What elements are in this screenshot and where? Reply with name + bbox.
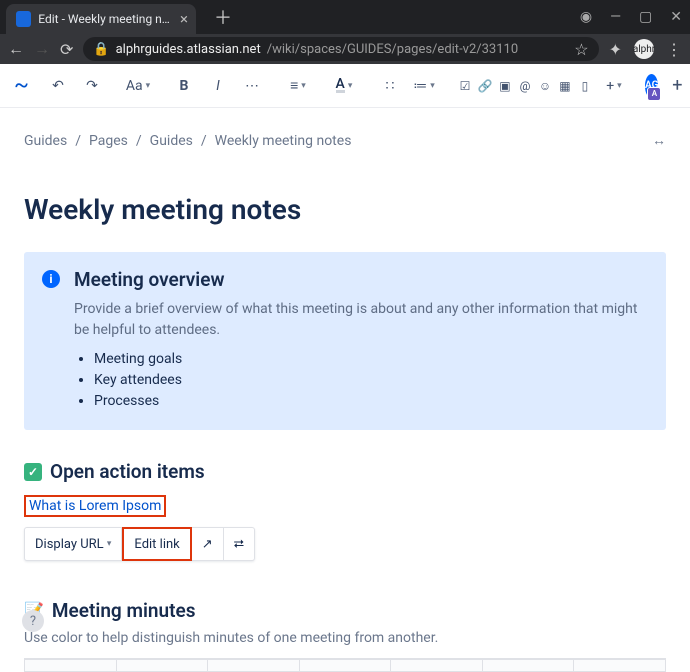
breadcrumb-separator: / (136, 133, 142, 149)
table-header-cell[interactable] (117, 660, 209, 671)
table-header-cell[interactable] (208, 660, 300, 671)
layout-icon[interactable]: ▯ (575, 70, 595, 102)
breadcrumb-collapse-icon[interactable]: ↔ (652, 132, 666, 149)
collaborator-avatar[interactable]: AG (645, 74, 658, 98)
checkmark-icon: ✓ (24, 463, 42, 481)
emoji-icon[interactable]: ☺ (535, 70, 555, 102)
panel-list: Meeting goals Key attendees Processes (74, 351, 648, 409)
chevron-down-icon: ▾ (301, 81, 306, 91)
unlink-button[interactable]: ⮂ (224, 527, 254, 561)
invite-button[interactable]: + (662, 70, 690, 102)
action-item-icon[interactable]: ☑ (455, 70, 475, 102)
maximize-icon[interactable]: ▢ (639, 9, 652, 25)
browser-tab[interactable]: Edit - Weekly meeting notes - Gu × (6, 4, 196, 34)
favicon-icon (16, 11, 31, 27)
insert-shortcut-group: ☑ 🔗 ▣ @ ☺ ▦ ▯ (455, 70, 595, 102)
back-button[interactable]: ← (8, 39, 24, 59)
breadcrumb-item[interactable]: Pages (89, 133, 128, 149)
italic-button[interactable]: I (203, 70, 233, 102)
panel-text: Provide a brief overview of what this me… (74, 299, 648, 341)
more-formatting-button[interactable]: ⋯ (237, 70, 267, 102)
info-icon: i (42, 270, 60, 288)
list-item: Processes (94, 393, 648, 409)
breadcrumb-separator: / (201, 133, 207, 149)
open-link-button[interactable]: ↗ (192, 527, 224, 561)
browser-menu-icon[interactable]: ⋮ (666, 40, 682, 59)
undo-button[interactable]: ↶ (43, 70, 73, 102)
list-item: Meeting goals (94, 351, 648, 367)
info-panel[interactable]: i Meeting overview Provide a brief overv… (24, 252, 666, 430)
bookmark-icon[interactable]: ☆ (574, 40, 588, 59)
tab-close-icon[interactable]: × (180, 10, 188, 28)
address-bar[interactable]: 🔒 alphrguides.atlassian.net/wiki/spaces/… (83, 37, 598, 61)
insert-more-dropdown[interactable]: + ▾ (599, 70, 629, 102)
section-heading-label: Meeting minutes (52, 599, 196, 622)
table-icon[interactable]: ▦ (555, 70, 575, 102)
editor-toolbar: ~ ↶ ↷ Aa ▾ B I ⋯ ≡▾ A ▾ ∷ ≔▾ ☑ 🔗 ▣ @ ☺ ▦… (0, 64, 690, 108)
record-icon[interactable]: ◉ (580, 9, 592, 25)
link-icon[interactable]: 🔗 (475, 70, 495, 102)
window-close-icon[interactable]: ✕ (670, 9, 682, 25)
bullet-list-button[interactable]: ∷ (375, 70, 405, 102)
help-button[interactable]: ? (22, 610, 44, 632)
bold-button[interactable]: B (169, 70, 199, 102)
meeting-minutes-table[interactable] (24, 658, 666, 672)
new-tab-button[interactable]: ＋ (214, 4, 232, 30)
page-title[interactable]: Weekly meeting notes (24, 193, 666, 226)
edit-link-button[interactable]: Edit link (122, 527, 191, 561)
confluence-logo-icon[interactable]: ~ (14, 73, 29, 98)
selected-hyperlink[interactable]: What is Lorem Ipsom (24, 495, 166, 517)
lock-icon: 🔒 (93, 42, 109, 57)
text-style-dropdown[interactable]: Aa ▾ (123, 70, 153, 102)
breadcrumb: Guides / Pages / Guides / Weekly meeting… (24, 132, 666, 149)
plus-icon: + (606, 78, 614, 94)
reload-button[interactable]: ⟳ (60, 40, 73, 59)
breadcrumb-separator: / (75, 133, 81, 149)
chevron-down-icon: ▾ (107, 539, 112, 549)
panel-heading: Meeting overview (74, 268, 648, 291)
forward-button[interactable]: → (34, 39, 50, 59)
table-header-cell[interactable] (391, 660, 483, 671)
table-header-cell[interactable] (300, 660, 392, 671)
text-style-label: Aa (126, 78, 143, 94)
display-url-label: Display URL (35, 537, 104, 552)
section-heading-action-items[interactable]: ✓ Open action items (24, 460, 666, 483)
chevron-down-icon: ▾ (430, 81, 435, 91)
section-heading-label: Open action items (50, 460, 205, 483)
chevron-down-icon: ▾ (348, 81, 353, 91)
section-heading-minutes[interactable]: 📝 Meeting minutes (24, 599, 666, 622)
list-item: Key attendees (94, 372, 648, 388)
redo-button[interactable]: ↷ (77, 70, 107, 102)
profile-avatar-icon[interactable]: alphr (634, 39, 654, 59)
align-dropdown[interactable]: ≡▾ (283, 70, 313, 102)
list-dropdown[interactable]: ≔▾ (409, 70, 439, 102)
url-host: alphrguides.atlassian.net (116, 42, 261, 57)
breadcrumb-item[interactable]: Guides (24, 133, 67, 149)
link-floating-toolbar: Display URL ▾ Edit link ↗ ⮂ (24, 527, 255, 561)
display-url-dropdown[interactable]: Display URL ▾ (25, 527, 122, 561)
chevron-down-icon: ▾ (617, 81, 622, 91)
table-header-cell[interactable] (483, 660, 575, 671)
image-icon[interactable]: ▣ (495, 70, 515, 102)
text-color-dropdown[interactable]: A ▾ (329, 70, 359, 102)
breadcrumb-item[interactable]: Guides (150, 133, 193, 149)
breadcrumb-item[interactable]: Weekly meeting notes (215, 133, 352, 149)
table-header-cell[interactable] (25, 660, 117, 671)
chevron-down-icon: ▾ (146, 81, 151, 91)
mention-icon[interactable]: @ (515, 70, 535, 102)
table-header-cell[interactable] (574, 660, 665, 671)
text-color-label: A (336, 78, 345, 93)
tab-title: Edit - Weekly meeting notes - Gu (38, 12, 172, 26)
extensions-icon[interactable]: ✦ (609, 40, 622, 59)
url-path: /wiki/spaces/GUIDES/pages/edit-v2/33110 (267, 42, 518, 57)
minimize-icon[interactable]: — (610, 9, 621, 25)
